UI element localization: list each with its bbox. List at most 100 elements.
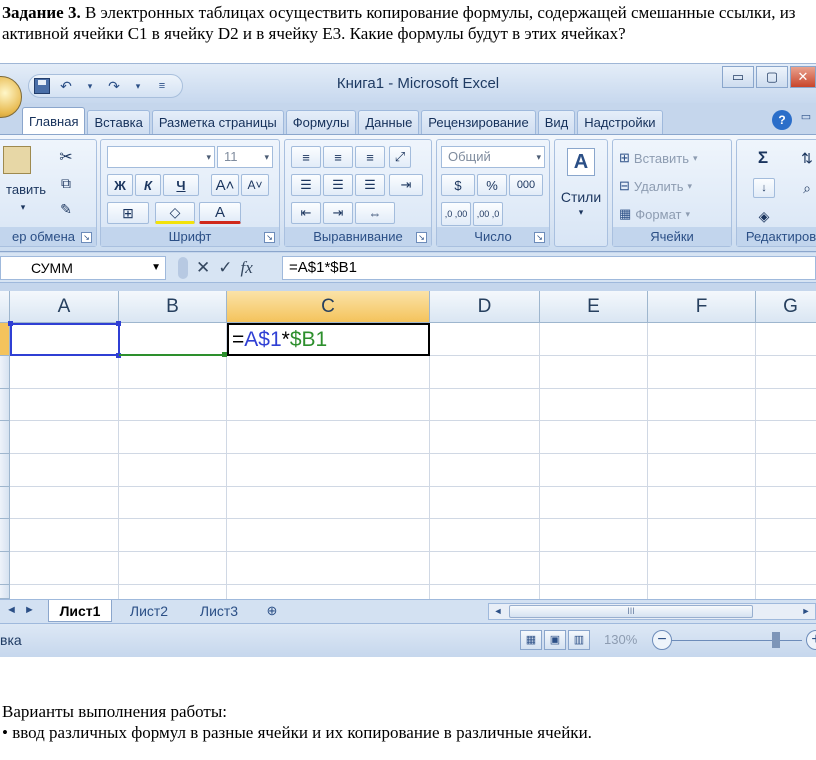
sheet-tab-1[interactable]: Лист1 (48, 600, 112, 622)
borders-icon[interactable]: ⊞ (107, 202, 149, 224)
styles-dropdown-icon[interactable]: ▾ (571, 206, 591, 218)
dialog-launcher-icon[interactable]: ↘ (534, 232, 545, 243)
normal-view-icon[interactable]: ▦ (520, 630, 542, 650)
font-size-input[interactable]: 11 ▾ (217, 146, 273, 168)
row-header-3[interactable] (0, 389, 10, 421)
horizontal-scrollbar[interactable]: ◄ III ► (488, 603, 816, 620)
ribbon-minimize-icon[interactable]: ▭ (796, 110, 816, 130)
merge-cells-icon[interactable]: ⇔ (355, 202, 395, 224)
tab-review[interactable]: Рецензирование (421, 110, 536, 134)
underline-button[interactable]: Ч (163, 174, 199, 196)
cell-a1-reference[interactable] (10, 323, 120, 356)
sheet-tab-2[interactable]: Лист2 (116, 600, 182, 622)
paste-icon[interactable] (3, 146, 31, 174)
styles-label[interactable]: Стили (555, 188, 607, 206)
align-middle-icon[interactable]: ≡ (323, 146, 353, 168)
format-painter-icon[interactable]: ✎ (55, 198, 77, 220)
range-handle[interactable] (8, 321, 13, 326)
paste-dropdown-icon[interactable]: ▾ (13, 200, 33, 214)
row-header-6[interactable] (0, 487, 10, 519)
clear-icon[interactable]: ◈ (753, 206, 775, 226)
dialog-launcher-icon[interactable]: ↘ (264, 232, 275, 243)
zoom-in-button[interactable]: + (806, 630, 816, 650)
row-header-5[interactable] (0, 454, 10, 487)
help-icon[interactable]: ? (772, 110, 792, 130)
restore-button[interactable]: ▢ (756, 66, 788, 88)
formula-input[interactable]: =A$1*$B1 (282, 256, 816, 280)
align-top-icon[interactable]: ≡ (291, 146, 321, 168)
align-center-icon[interactable]: ☰ (323, 174, 353, 196)
column-header-f[interactable]: F (648, 291, 756, 323)
align-left-icon[interactable]: ☰ (291, 174, 321, 196)
column-header-e[interactable]: E (540, 291, 648, 323)
column-header-b[interactable]: B (119, 291, 227, 323)
column-header-c[interactable]: C (227, 291, 430, 323)
minimize-button[interactable]: ▭ (722, 66, 754, 88)
autosum-button[interactable]: Σ (753, 148, 773, 168)
align-bottom-icon[interactable]: ≡ (355, 146, 385, 168)
tab-home[interactable]: Главная (22, 107, 86, 134)
font-color-icon[interactable]: A (199, 202, 241, 224)
currency-icon[interactable]: $ (441, 174, 475, 196)
insert-sheet-icon[interactable]: ⊕ (258, 600, 286, 622)
thousands-button[interactable]: 000 (509, 174, 543, 196)
enter-icon[interactable]: ✓ (218, 258, 232, 278)
orientation-icon[interactable]: ⤢ (389, 146, 411, 168)
row-header-7[interactable] (0, 519, 10, 552)
tab-insert[interactable]: Вставка (87, 110, 150, 134)
tab-view[interactable]: Вид (537, 110, 576, 134)
number-format-select[interactable]: Общий ▾ (441, 146, 545, 168)
zoom-slider[interactable] (672, 640, 802, 641)
row-header-2[interactable] (0, 356, 10, 389)
row-header-1[interactable] (0, 323, 10, 356)
decrease-decimal-button[interactable]: ,00 ,0 (473, 202, 503, 226)
sheet-tab-3[interactable]: Лист3 (186, 600, 252, 622)
cut-icon[interactable]: ✂ (55, 146, 77, 168)
tab-formulas[interactable]: Формулы (285, 110, 357, 134)
column-header-d[interactable]: D (430, 291, 540, 323)
copy-icon[interactable]: ⧉ (55, 172, 77, 194)
formula-bar-grip[interactable] (178, 257, 188, 279)
cancel-icon[interactable]: ✕ (196, 258, 210, 278)
shrink-font-button[interactable]: A˅ (241, 174, 269, 196)
paste-label[interactable]: тавить (1, 180, 51, 198)
page-layout-view-icon[interactable]: ▣ (544, 630, 566, 650)
find-icon[interactable]: ⌕ (797, 178, 816, 198)
sort-filter-icon[interactable]: ⇅ (797, 148, 816, 168)
font-name-input[interactable]: ▾ (107, 146, 215, 168)
range-handle[interactable] (116, 321, 121, 326)
tab-data[interactable]: Данные (358, 110, 420, 134)
column-header-g[interactable]: G (756, 291, 816, 323)
align-right-icon[interactable]: ☰ (355, 174, 385, 196)
column-header-a[interactable]: A (10, 291, 119, 323)
grow-font-button[interactable]: A˄ (211, 174, 239, 196)
wrap-text-icon[interactable]: ⇥ (389, 174, 423, 196)
dialog-launcher-icon[interactable]: ↘ (416, 232, 427, 243)
sheet-nav-arrows[interactable]: ◄ ► (6, 604, 37, 616)
row-header-4[interactable] (0, 421, 10, 454)
scroll-right-icon[interactable]: ► (799, 604, 813, 619)
fill-color-icon[interactable]: ◇ (155, 202, 195, 224)
zoom-level[interactable]: 130% (604, 632, 637, 647)
insert-function-icon[interactable]: fx (241, 258, 253, 278)
name-box[interactable]: СУММ ▼ (0, 256, 166, 280)
active-cell-c1[interactable]: =A$1*$B1 (227, 323, 430, 356)
tab-page-layout[interactable]: Разметка страницы (151, 110, 284, 134)
italic-button[interactable]: К (135, 174, 161, 196)
insert-cells-button[interactable]: ⊞ Вставить ▾ (619, 148, 727, 168)
styles-icon[interactable]: A (567, 148, 595, 176)
percent-button[interactable]: % (477, 174, 507, 196)
close-button[interactable]: ✕ (790, 66, 816, 88)
bold-button[interactable]: Ж (107, 174, 133, 196)
format-cells-button[interactable]: ▦ Формат ▾ (619, 204, 727, 224)
increase-indent-icon[interactable]: ⇥ (323, 202, 353, 224)
zoom-out-button[interactable]: − (652, 630, 672, 650)
select-all-corner[interactable] (0, 291, 10, 323)
dialog-launcher-icon[interactable]: ↘ (81, 232, 92, 243)
increase-decimal-button[interactable]: ,0 ,00 (441, 202, 471, 226)
row-header-9[interactable] (0, 585, 10, 599)
tab-addins[interactable]: Надстройки (577, 110, 663, 134)
scroll-thumb[interactable]: III (509, 605, 753, 618)
decrease-indent-icon[interactable]: ⇤ (291, 202, 321, 224)
fill-icon[interactable]: ↓ (753, 178, 775, 198)
